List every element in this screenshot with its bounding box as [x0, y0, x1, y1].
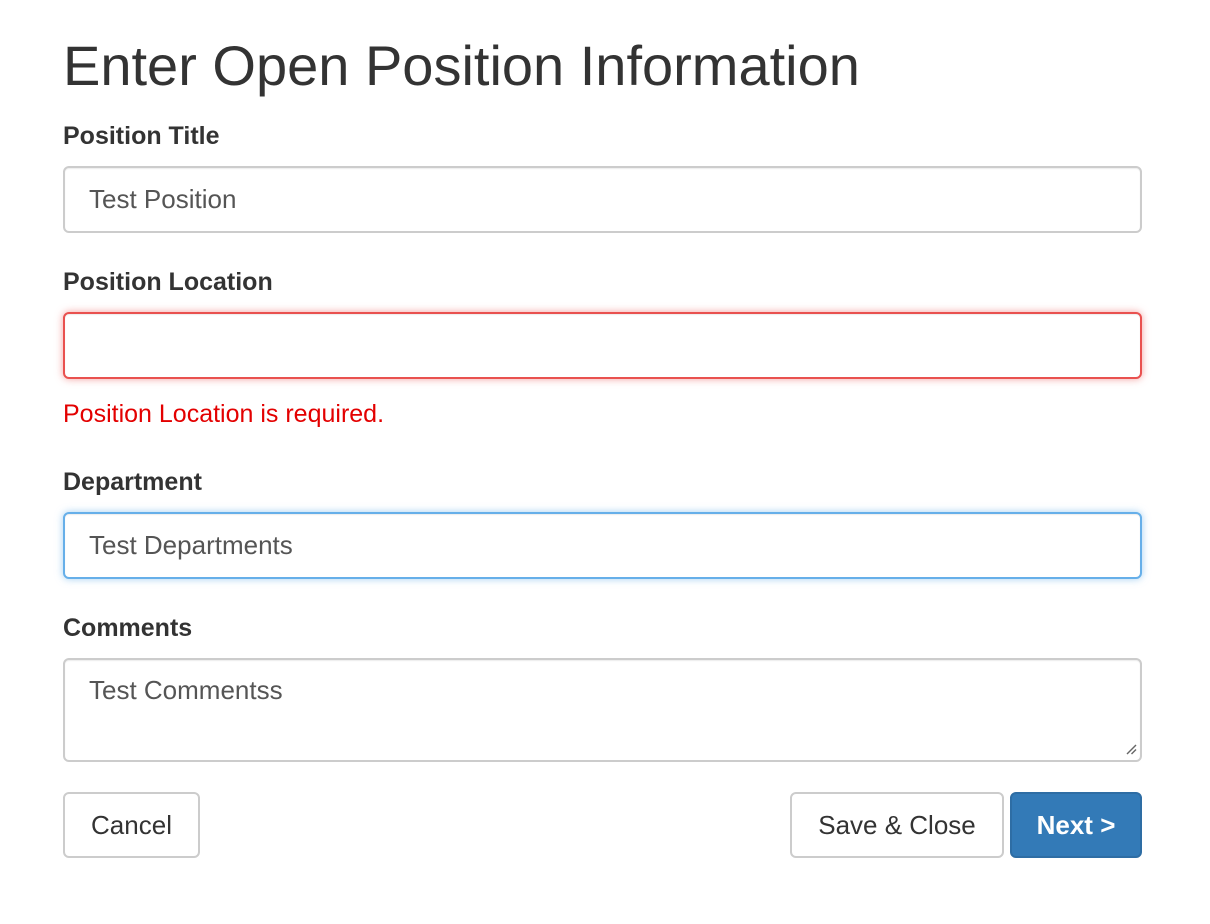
next-button[interactable]: Next > — [1010, 792, 1142, 858]
department-label: Department — [63, 468, 202, 496]
comments-label: Comments — [63, 614, 193, 642]
position-location-label: Position Location — [63, 268, 273, 296]
resize-handle-icon[interactable] — [1125, 743, 1137, 755]
department-input[interactable] — [63, 512, 1142, 579]
position-location-input[interactable] — [63, 312, 1142, 379]
cancel-button[interactable]: Cancel — [63, 792, 200, 858]
position-title-label: Position Title — [63, 122, 220, 150]
position-location-error: Position Location is required. — [63, 400, 385, 428]
save-close-button[interactable]: Save & Close — [790, 792, 1004, 858]
position-title-input[interactable] — [63, 166, 1142, 233]
comments-textarea[interactable]: Test Commentss — [63, 658, 1142, 762]
page-title: Enter Open Position Information — [63, 34, 860, 97]
